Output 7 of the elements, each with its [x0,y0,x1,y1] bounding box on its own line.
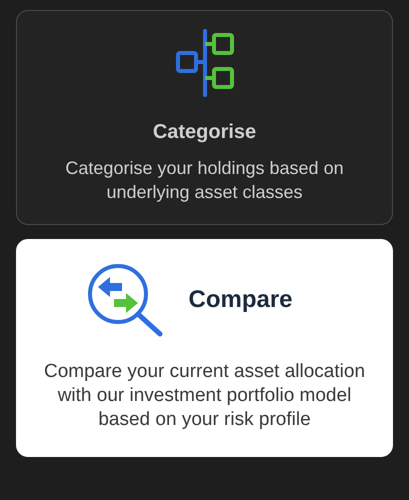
option-card[interactable]: Categorise Categorise your holdings based on underlying asset classes [16,10,393,225]
option-card[interactable]: Compare Compare your current asset allocation with our investment portfolio model based on your risk profile [16,239,393,457]
card-title: Compare [188,286,293,314]
card-title: Categorise [152,121,256,144]
hierarchy-icon [176,29,234,97]
card-description: Compare your current asset allocation with our investment portfolio model based on your risk profile [42,360,366,432]
card-description: Categorise your holdings based on underlying asset classes [64,157,345,204]
